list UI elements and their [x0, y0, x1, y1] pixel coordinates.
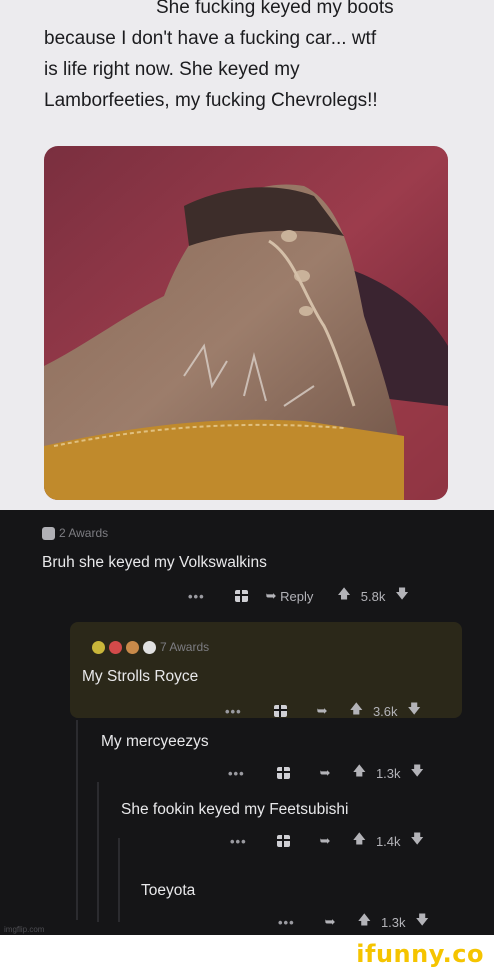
- vote-count: 1.3k: [380, 914, 406, 930]
- footer-bar: ifunny.co: [0, 935, 494, 980]
- tweet-line: is life right now. She keyed my: [44, 59, 300, 80]
- reply-icon[interactable]: ➥: [320, 833, 331, 849]
- gift-icon[interactable]: [234, 590, 248, 602]
- downvote-icon[interactable]: 🡇: [395, 585, 408, 607]
- thread-line: [118, 838, 120, 922]
- downvote-icon[interactable]: 🡇: [408, 700, 421, 722]
- tweet-line: Lamborfeeties, my fucking Chevrolegs!!: [44, 90, 378, 111]
- award-icon: [143, 640, 156, 654]
- reply-label: Reply: [280, 588, 314, 604]
- reply-icon[interactable]: ➥: [320, 765, 331, 781]
- boot-photo[interactable]: [44, 146, 448, 500]
- reply-icon: ➥: [265, 588, 281, 603]
- comment-actions: ••• ➥ 🡅 1.4k 🡇: [230, 830, 424, 852]
- more-options-button[interactable]: •••: [188, 589, 205, 604]
- thread-line: [76, 720, 78, 920]
- awards-count: 7 Awards: [160, 640, 210, 654]
- upvote-icon[interactable]: 🡅: [337, 585, 350, 607]
- upvote-icon[interactable]: 🡅: [353, 762, 366, 784]
- tweet-line: She fucking keyed my boots: [156, 0, 394, 18]
- comment-actions: ••• ➥ Reply 🡅 5.8k 🡇: [188, 585, 409, 607]
- ifunny-logo: ifunny.co: [356, 940, 484, 968]
- more-options-button[interactable]: •••: [228, 766, 245, 781]
- gift-icon[interactable]: [276, 767, 290, 779]
- vote-count: 1.3k: [375, 765, 401, 781]
- comment-text: My mercyeezys: [101, 733, 209, 750]
- comment-thread: [0, 510, 494, 935]
- gift-icon[interactable]: [273, 705, 287, 717]
- upvote-icon[interactable]: 🡅: [350, 700, 363, 722]
- upvote-icon[interactable]: 🡅: [358, 911, 371, 933]
- thread-line: [97, 782, 99, 922]
- more-options-button[interactable]: •••: [225, 704, 242, 719]
- tweet-card: She fucking keyed my boots because I don…: [0, 0, 494, 510]
- comment-text: Toeyota: [141, 882, 196, 899]
- vote-count: 3.6k: [372, 703, 398, 719]
- award-icon: [42, 526, 55, 540]
- comment-text: My Strolls Royce: [82, 668, 199, 685]
- tweet-line: because I don't have a fucking car... wt…: [44, 28, 377, 49]
- comment-awards[interactable]: 7 Awards: [92, 640, 209, 654]
- more-options-button[interactable]: •••: [278, 915, 295, 930]
- comment-text: She fookin keyed my Feetsubishi: [121, 801, 349, 818]
- downvote-icon[interactable]: 🡇: [411, 762, 424, 784]
- gift-icon[interactable]: [276, 835, 290, 847]
- comment-actions: ••• ➥ 🡅 3.6k 🡇: [225, 700, 421, 722]
- award-icon: [92, 640, 105, 654]
- awards-count: 2 Awards: [59, 526, 109, 540]
- tweet-text: She fucking keyed my boots because I don…: [44, 0, 464, 116]
- award-icon: [126, 640, 139, 654]
- reply-button[interactable]: ➥ Reply: [266, 588, 314, 604]
- comment-actions: ••• ➥ 🡅 1.3k 🡇: [228, 762, 424, 784]
- reply-icon[interactable]: ➥: [317, 703, 328, 719]
- comment-text: Bruh she keyed my Volkswalkins: [42, 554, 267, 571]
- vote-count: 1.4k: [375, 833, 401, 849]
- downvote-icon[interactable]: 🡇: [411, 830, 424, 852]
- more-options-button[interactable]: •••: [230, 834, 247, 849]
- comment-actions: ••• ➥ 🡅 1.3k 🡇: [278, 911, 429, 933]
- imgflip-watermark: imgflip.com: [4, 925, 45, 934]
- downvote-icon[interactable]: 🡇: [416, 911, 429, 933]
- comment-awards[interactable]: 2 Awards: [42, 526, 108, 540]
- vote-count: 5.8k: [360, 588, 386, 604]
- reply-icon[interactable]: ➥: [325, 914, 336, 930]
- award-icon: [109, 640, 122, 654]
- upvote-icon[interactable]: 🡅: [353, 830, 366, 852]
